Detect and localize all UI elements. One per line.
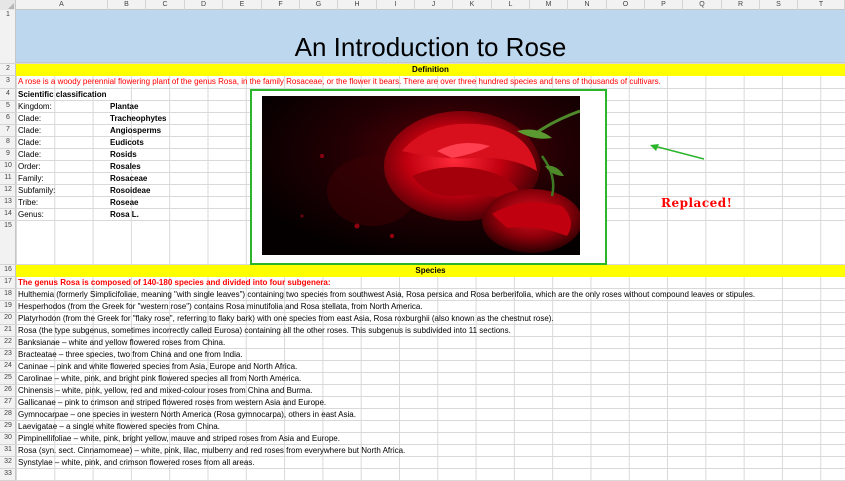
classification-value[interactable]: Rosids bbox=[110, 149, 137, 161]
column-header-d[interactable]: D bbox=[185, 0, 223, 10]
species-line[interactable]: Caninae – pink and white flowered specie… bbox=[18, 361, 297, 373]
arrow-icon bbox=[650, 144, 705, 160]
column-header-m[interactable]: M bbox=[530, 0, 568, 10]
rose-image[interactable] bbox=[262, 96, 580, 255]
page-title: An Introduction to Rose bbox=[294, 32, 567, 62]
species-line[interactable]: Chinensis – white, pink, yellow, red and… bbox=[18, 385, 312, 397]
classification-header[interactable]: Scientific classification bbox=[18, 89, 106, 101]
column-header-f[interactable]: F bbox=[262, 0, 300, 10]
row-header-1[interactable]: 1 bbox=[0, 10, 16, 64]
species-line[interactable]: Gallicanae – pink to crimson and striped… bbox=[18, 397, 326, 409]
column-header-o[interactable]: O bbox=[607, 0, 645, 10]
classification-value[interactable]: Eudicots bbox=[110, 137, 144, 149]
row-header-15[interactable]: 15 bbox=[0, 221, 16, 265]
species-header-cell[interactable]: Species bbox=[16, 265, 845, 277]
column-header-h[interactable]: H bbox=[338, 0, 377, 10]
classification-value[interactable]: Tracheophytes bbox=[110, 113, 166, 125]
spreadsheet: An Introduction to Rose Definition A ros… bbox=[0, 0, 845, 481]
classification-label[interactable]: Clade: bbox=[18, 113, 41, 125]
column-header-s[interactable]: S bbox=[760, 0, 798, 10]
classification-value[interactable]: Rosoideae bbox=[110, 185, 150, 197]
species-line[interactable]: Banksianae – white and yellow flowered r… bbox=[18, 337, 225, 349]
classification-label[interactable]: Clade: bbox=[18, 149, 41, 161]
species-line[interactable]: Hesperhodos (from the Greek for "western… bbox=[18, 301, 423, 313]
row-header-33[interactable]: 33 bbox=[0, 469, 16, 481]
column-header-n[interactable]: N bbox=[568, 0, 607, 10]
classification-label[interactable]: Kingdom: bbox=[18, 101, 52, 113]
classification-value[interactable]: Rosales bbox=[110, 161, 141, 173]
column-header-a[interactable]: A bbox=[16, 0, 108, 10]
species-intro[interactable]: The genus Rosa is composed of 140-180 sp… bbox=[18, 277, 331, 289]
column-header-k[interactable]: K bbox=[453, 0, 492, 10]
classification-value[interactable]: Plantae bbox=[110, 101, 138, 113]
classification-label[interactable]: Genus: bbox=[18, 209, 44, 221]
column-header-g[interactable]: G bbox=[300, 0, 338, 10]
column-header-i[interactable]: I bbox=[377, 0, 415, 10]
species-line[interactable]: Laevigatae – a single white flowered spe… bbox=[18, 421, 220, 433]
species-line[interactable]: Pimpinellifoliae – white, pink, bright y… bbox=[18, 433, 340, 445]
classification-label[interactable]: Family: bbox=[18, 173, 44, 185]
column-header-e[interactable]: E bbox=[223, 0, 262, 10]
species-line[interactable]: Carolinae – white, pink, and bright pink… bbox=[18, 373, 301, 385]
classification-label[interactable]: Clade: bbox=[18, 125, 41, 137]
species-line[interactable]: Rosa (the type subgenus, sometimes incor… bbox=[18, 325, 511, 337]
species-line[interactable]: Rosa (syn. sect. Cinnamomeae) – white, p… bbox=[18, 445, 405, 457]
definition-text[interactable]: A rose is a woody perennial flowering pl… bbox=[18, 76, 661, 88]
species-line[interactable]: Hulthemia (formerly Simplicifoliae, mean… bbox=[18, 289, 755, 301]
row-header-bar: 1 2 3 4 5 6 7 8 9 10 11 12 13 14 15 16 17 18 19 20 21 22 23 24 2… bbox=[0, 10, 16, 481]
column-header-l[interactable]: L bbox=[492, 0, 530, 10]
classification-label[interactable]: Tribe: bbox=[18, 197, 38, 209]
column-header-p[interactable]: P bbox=[645, 0, 683, 10]
column-header-q[interactable]: Q bbox=[683, 0, 722, 10]
classification-label[interactable]: Order: bbox=[18, 161, 41, 173]
classification-value[interactable]: Rosaceae bbox=[110, 173, 147, 185]
species-line[interactable]: Bracteatae – three species, two from Chi… bbox=[18, 349, 243, 361]
column-header-t[interactable]: T bbox=[798, 0, 845, 10]
classification-label[interactable]: Subfamily: bbox=[18, 185, 55, 197]
image-frame[interactable] bbox=[250, 89, 607, 265]
species-line[interactable]: Gymnocarpae – one species in western Nor… bbox=[18, 409, 356, 421]
classification-label[interactable]: Clade: bbox=[18, 137, 41, 149]
column-header-c[interactable]: C bbox=[146, 0, 185, 10]
classification-value[interactable]: Angiosperms bbox=[110, 125, 161, 137]
definition-header-cell[interactable]: Definition bbox=[16, 64, 845, 76]
classification-value[interactable]: Rosa L. bbox=[110, 209, 139, 221]
species-line[interactable]: Synstylae – white, pink, and crimson flo… bbox=[18, 457, 255, 469]
replaced-label[interactable]: Replaced! bbox=[661, 196, 732, 210]
column-header-b[interactable]: B bbox=[108, 0, 146, 10]
species-line[interactable]: Platyrhodon (from the Greek for "flaky r… bbox=[18, 313, 554, 325]
column-header-bar: ABCDEFGHIJKLMNOPQRST bbox=[0, 0, 845, 10]
column-header-r[interactable]: R bbox=[722, 0, 760, 10]
classification-value[interactable]: Roseae bbox=[110, 197, 138, 209]
column-header-j[interactable]: J bbox=[415, 0, 453, 10]
title-cell[interactable]: An Introduction to Rose bbox=[16, 10, 845, 63]
